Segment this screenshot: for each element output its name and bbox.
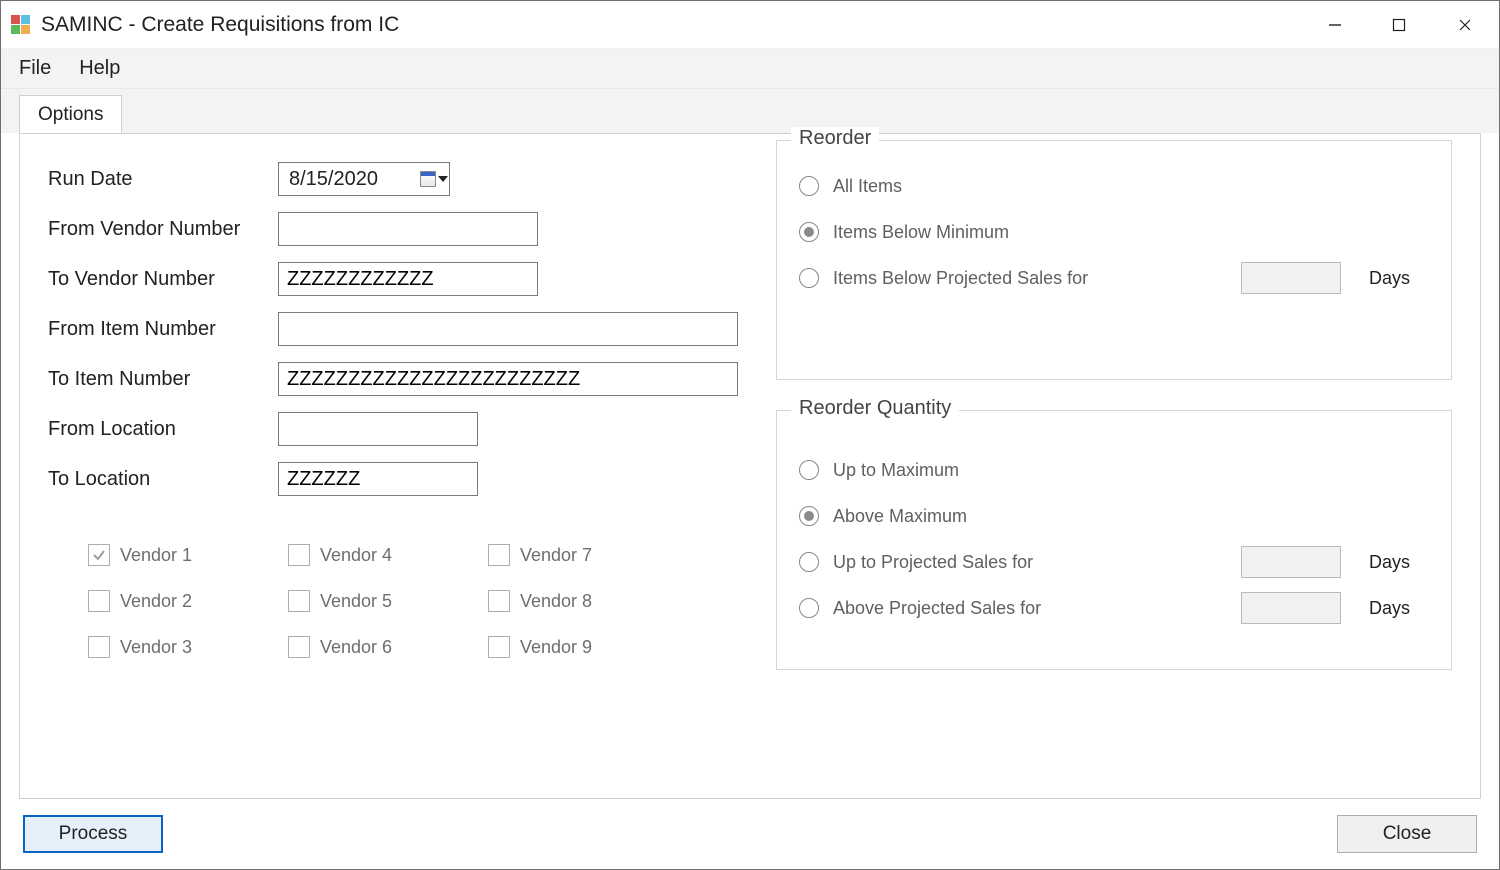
menu-help[interactable]: Help <box>79 57 120 80</box>
minimize-button[interactable] <box>1303 1 1367 48</box>
dialog-buttons: Process Close <box>1 799 1499 869</box>
qty-up-to-projected-days-input[interactable] <box>1241 546 1341 578</box>
maximize-button[interactable] <box>1367 1 1431 48</box>
app-icon <box>11 15 31 35</box>
vendor-4-checkbox[interactable]: Vendor 4 <box>288 544 488 566</box>
reorder-groupbox: Reorder All Items Items Below Minimum It… <box>776 140 1452 380</box>
reorder-projected-days-input[interactable] <box>1241 262 1341 294</box>
from-vendor-label: From Vendor Number <box>48 218 278 241</box>
reorder-legend: Reorder <box>791 127 879 150</box>
run-date-input[interactable]: 8/15/2020 <box>278 162 450 196</box>
qty-above-max-radio[interactable] <box>799 506 819 526</box>
app-window: SAMINC - Create Requisitions from IC Fil… <box>0 0 1500 870</box>
from-vendor-input[interactable] <box>278 212 538 246</box>
vendor-6-checkbox[interactable]: Vendor 6 <box>288 636 488 658</box>
reorder-below-projected-radio[interactable] <box>799 268 819 288</box>
vendor-1-checkbox[interactable]: Vendor 1 <box>88 544 288 566</box>
vendor-8-checkbox[interactable]: Vendor 8 <box>488 590 688 612</box>
vendor-checkbox-grid: Vendor 1 Vendor 2 Vendor 3 Vendor 4 Vend… <box>88 532 768 670</box>
qty-above-projected-radio[interactable] <box>799 598 819 618</box>
run-date-label: Run Date <box>48 168 278 191</box>
from-location-label: From Location <box>48 418 278 441</box>
to-item-input[interactable] <box>278 362 738 396</box>
reorder-all-items-radio[interactable] <box>799 176 819 196</box>
from-item-label: From Item Number <box>48 318 278 341</box>
to-vendor-input[interactable] <box>278 262 538 296</box>
reorder-below-minimum-radio[interactable] <box>799 222 819 242</box>
window-title: SAMINC - Create Requisitions from IC <box>41 13 1303 37</box>
tab-options[interactable]: Options <box>19 95 122 134</box>
window-controls <box>1303 1 1499 48</box>
to-location-label: To Location <box>48 468 278 491</box>
vendor-7-checkbox[interactable]: Vendor 7 <box>488 544 688 566</box>
tab-options-panel: Run Date 8/15/2020 From Vendor Number To… <box>19 133 1481 799</box>
to-location-input[interactable] <box>278 462 478 496</box>
close-button[interactable]: Close <box>1337 815 1477 853</box>
reorder-qty-legend: Reorder Quantity <box>791 397 959 420</box>
titlebar: SAMINC - Create Requisitions from IC <box>1 1 1499 49</box>
process-button[interactable]: Process <box>23 815 163 853</box>
vendor-9-checkbox[interactable]: Vendor 9 <box>488 636 688 658</box>
to-vendor-label: To Vendor Number <box>48 268 278 291</box>
vendor-3-checkbox[interactable]: Vendor 3 <box>88 636 288 658</box>
from-location-input[interactable] <box>278 412 478 446</box>
qty-above-projected-days-input[interactable] <box>1241 592 1341 624</box>
qty-up-to-max-radio[interactable] <box>799 460 819 480</box>
close-window-button[interactable] <box>1431 1 1499 48</box>
vendor-2-checkbox[interactable]: Vendor 2 <box>88 590 288 612</box>
tabstrip: Options <box>1 89 1499 133</box>
run-date-value: 8/15/2020 <box>279 168 419 191</box>
menubar: File Help <box>1 49 1499 89</box>
reorder-qty-groupbox: Reorder Quantity Up to Maximum Above Max… <box>776 410 1452 670</box>
vendor-5-checkbox[interactable]: Vendor 5 <box>288 590 488 612</box>
to-item-label: To Item Number <box>48 368 278 391</box>
qty-up-to-projected-radio[interactable] <box>799 552 819 572</box>
from-item-input[interactable] <box>278 312 738 346</box>
calendar-dropdown-icon[interactable] <box>419 163 449 195</box>
menu-file[interactable]: File <box>19 57 51 80</box>
